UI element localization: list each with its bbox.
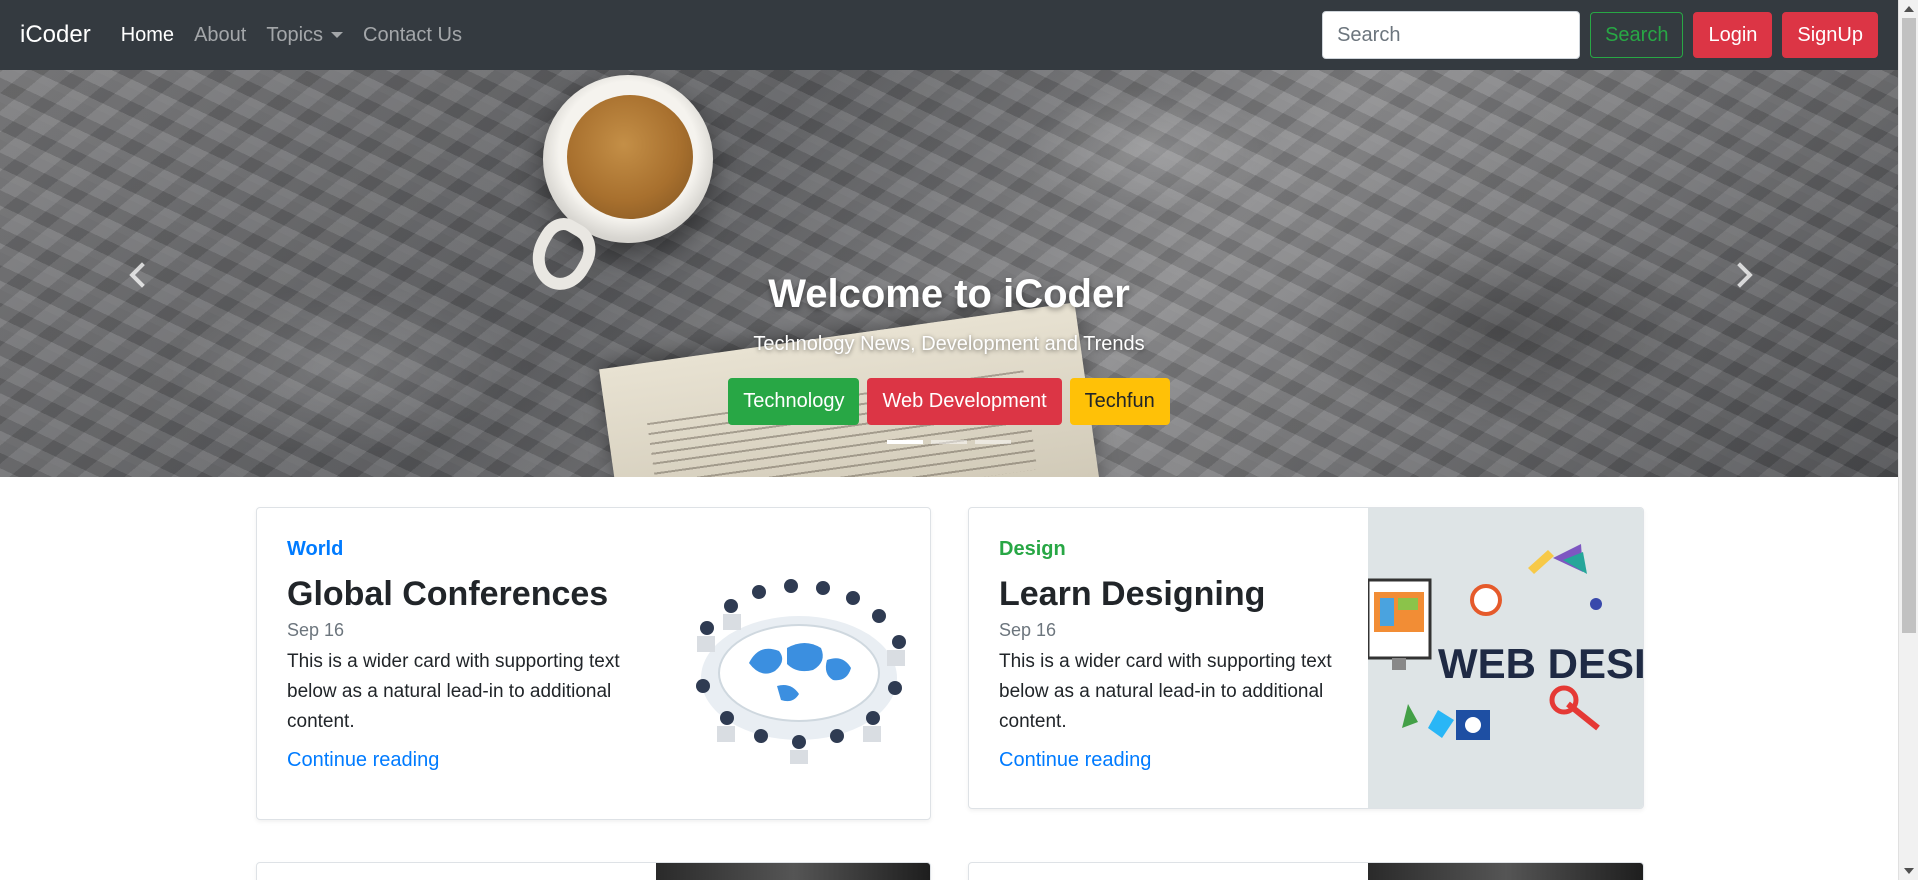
search-input[interactable] bbox=[1322, 11, 1581, 59]
carousel-indicator-1[interactable] bbox=[887, 440, 923, 444]
login-button[interactable]: Login bbox=[1693, 12, 1773, 58]
web-design-label: WEB DESIGN bbox=[1438, 640, 1644, 687]
article-card-world: World Global Conferences Sep 16 This is … bbox=[256, 507, 931, 820]
carousel-title: Welcome to iCoder bbox=[768, 272, 1130, 316]
carousel-indicators bbox=[0, 440, 1898, 444]
article-card-4 bbox=[968, 862, 1644, 880]
card-body: World Global Conferences Sep 16 This is … bbox=[287, 538, 667, 772]
technology-button[interactable]: Technology bbox=[728, 378, 860, 425]
signup-button[interactable]: SignUp bbox=[1782, 12, 1878, 58]
carousel-subtitle: Technology News, Development and Trends bbox=[753, 333, 1145, 355]
techfun-button[interactable]: Techfun bbox=[1069, 378, 1170, 425]
conference-table-icon bbox=[696, 579, 906, 764]
card-image bbox=[656, 863, 930, 880]
card-title: Learn Designing bbox=[999, 575, 1266, 613]
carousel-indicator-2[interactable] bbox=[931, 440, 967, 444]
web-design-icon: WEB DESIGN bbox=[1366, 508, 1644, 808]
scrollbar-thumb[interactable] bbox=[1902, 18, 1916, 633]
nav-link-topics-label: Topics bbox=[266, 23, 324, 46]
article-card-3 bbox=[256, 862, 931, 880]
nav-link-contact[interactable]: Contact Us bbox=[363, 24, 462, 47]
nav-link-home[interactable]: Home bbox=[121, 24, 174, 47]
card-text: This is a wider card with supporting tex… bbox=[287, 651, 620, 732]
continue-reading-link[interactable]: Continue reading bbox=[287, 749, 439, 772]
search-form: Search Login SignUp bbox=[1322, 11, 1878, 59]
card-image bbox=[1368, 863, 1643, 880]
scroll-up-icon[interactable] bbox=[1904, 6, 1914, 12]
carousel-caption: Welcome to iCoder Technology News, Devel… bbox=[0, 70, 1898, 477]
scroll-down-icon[interactable] bbox=[1904, 868, 1914, 874]
web-development-button[interactable]: Web Development bbox=[867, 378, 1062, 425]
card-date: Sep 16 bbox=[287, 620, 345, 640]
hero-carousel: Welcome to iCoder Technology News, Devel… bbox=[0, 70, 1898, 477]
card-category: Design bbox=[999, 538, 1066, 560]
nav-link-topics-dropdown[interactable]: Topics bbox=[266, 23, 344, 47]
carousel-topic-buttons: Technology Web Development Techfun bbox=[0, 378, 1898, 425]
caret-down-icon bbox=[331, 32, 344, 38]
page-scrollbar[interactable] bbox=[1898, 0, 1918, 880]
card-text: This is a wider card with supporting tex… bbox=[999, 651, 1332, 732]
card-title: Global Conferences bbox=[287, 575, 609, 613]
card-date: Sep 16 bbox=[999, 620, 1057, 640]
article-card-design: Design Learn Designing Sep 16 This is a … bbox=[968, 507, 1644, 809]
card-category: World bbox=[287, 538, 344, 560]
nav-link-about[interactable]: About bbox=[194, 24, 246, 47]
continue-reading-link[interactable]: Continue reading bbox=[999, 749, 1151, 772]
navbar: iCoder Home About Topics Contact Us Sear… bbox=[0, 0, 1898, 70]
card-body: Design Learn Designing Sep 16 This is a … bbox=[999, 538, 1344, 772]
carousel-indicator-3[interactable] bbox=[975, 440, 1011, 444]
brand-logo[interactable]: iCoder bbox=[20, 21, 91, 49]
search-button[interactable]: Search bbox=[1590, 12, 1684, 58]
